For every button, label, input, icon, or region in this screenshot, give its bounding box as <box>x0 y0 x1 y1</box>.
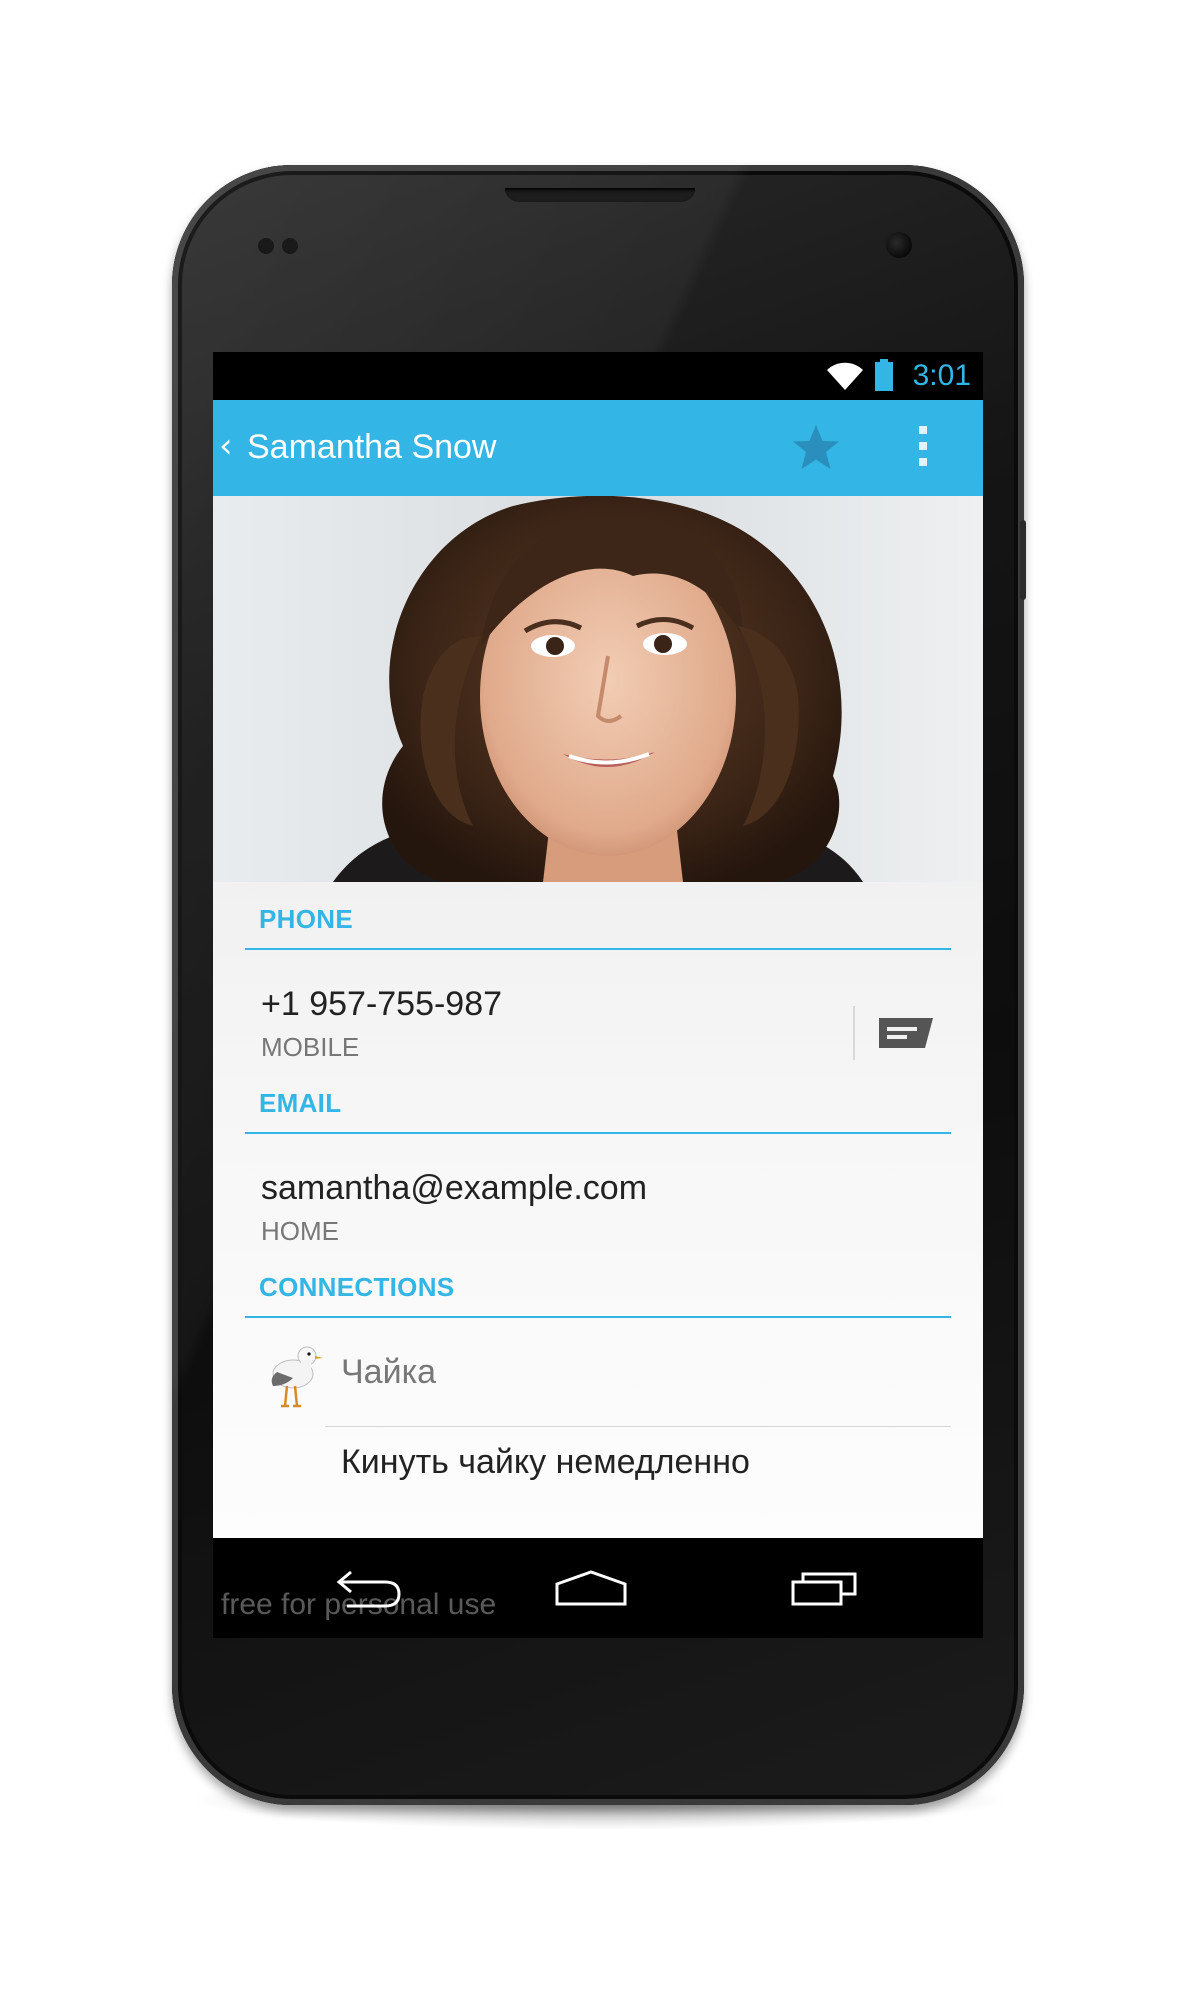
action-bar: ‹ Samantha Snow <box>213 400 983 496</box>
connection-app-name: Чайка <box>341 1353 437 1391</box>
email-type: HOME <box>261 1216 339 1246</box>
email-section-rule <box>245 1132 951 1134</box>
connections-section-header: CONNECTIONS <box>259 1272 455 1302</box>
email-address[interactable]: samantha@example.com <box>261 1168 647 1208</box>
connection-action-item[interactable]: Кинуть чайку немедленно <box>341 1442 750 1482</box>
earpiece <box>505 188 695 202</box>
phone-section-header: PHONE <box>259 904 353 934</box>
navigation-bar: free for personal use <box>213 1538 983 1638</box>
stage: 3:01 ‹ Samantha Snow PHONE +1 957-755-98… <box>0 0 1195 1994</box>
sms-icon[interactable] <box>879 1014 933 1054</box>
status-time: 3:01 <box>912 359 971 392</box>
overflow-menu-icon[interactable] <box>916 426 930 470</box>
home-icon[interactable] <box>553 1568 629 1608</box>
watermark-text: free for personal use <box>221 1588 497 1621</box>
phone-action-divider <box>853 1006 855 1060</box>
back-chevron-icon[interactable]: ‹ <box>219 426 233 466</box>
contact-name-title[interactable]: Samantha Snow <box>247 426 497 468</box>
phone-section-rule <box>245 948 951 950</box>
star-icon[interactable] <box>790 422 842 474</box>
phone-type: MOBILE <box>261 1032 360 1062</box>
wifi-icon <box>827 362 863 390</box>
proximity-sensor <box>258 238 274 254</box>
connections-section-rule <box>245 1316 951 1318</box>
power-button <box>1020 520 1026 600</box>
status-bar: 3:01 <box>213 352 983 400</box>
contact-details: PHONE +1 957-755-987 MOBILE EMAIL samant… <box>213 882 983 1538</box>
seagull-icon <box>271 1346 323 1408</box>
battery-icon <box>875 359 893 391</box>
screen: 3:01 ‹ Samantha Snow PHONE +1 957-755-98… <box>213 352 983 1638</box>
light-sensor <box>282 238 298 254</box>
email-section-header: EMAIL <box>259 1088 342 1118</box>
front-camera <box>886 232 912 258</box>
contact-photo <box>213 496 983 882</box>
recents-icon[interactable] <box>789 1564 861 1608</box>
connection-divider <box>325 1426 951 1427</box>
phone-number[interactable]: +1 957-755-987 <box>261 984 502 1024</box>
